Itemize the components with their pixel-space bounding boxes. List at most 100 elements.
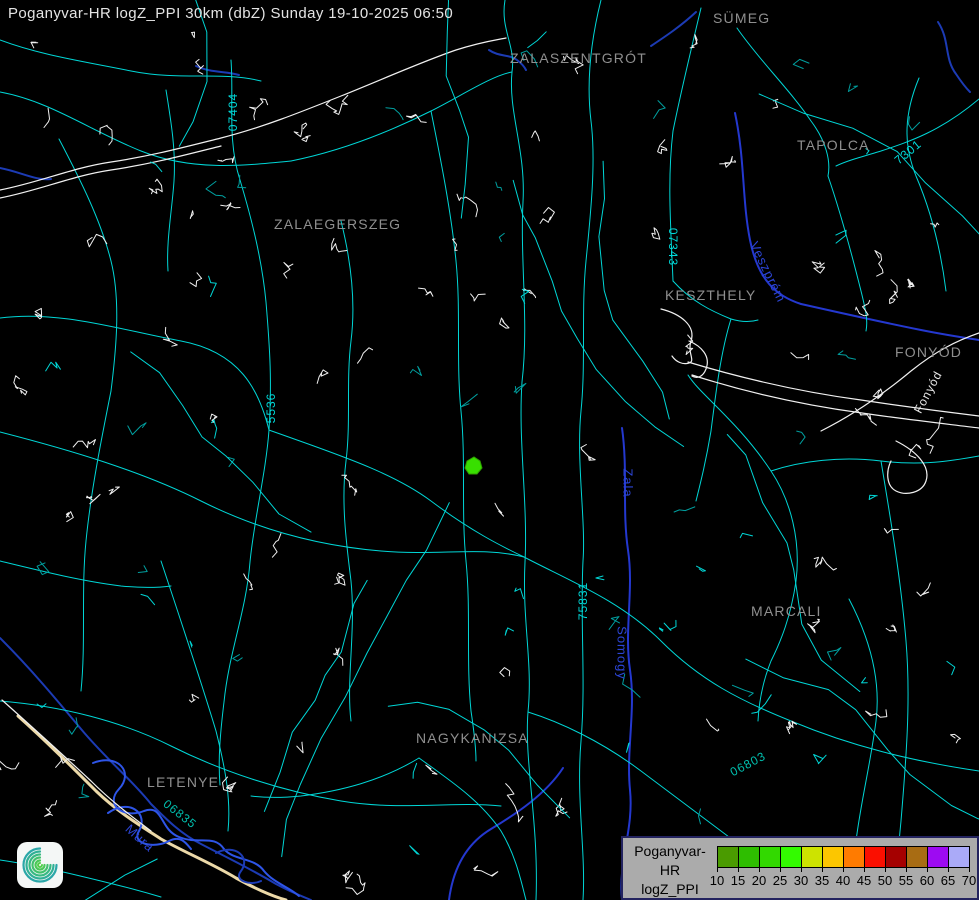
village-outline xyxy=(66,512,73,522)
village-outline xyxy=(44,108,50,127)
legend-swatch xyxy=(759,846,781,868)
village-outline xyxy=(875,251,883,277)
legend-tickmark xyxy=(759,868,760,872)
road-twig xyxy=(141,594,155,604)
road-twig xyxy=(862,678,868,683)
legend-tick: 50 xyxy=(878,873,892,888)
village-outline xyxy=(221,203,240,210)
road-twig xyxy=(37,562,49,575)
road-twig xyxy=(514,383,526,393)
village-outline xyxy=(109,487,119,494)
spiral-icon xyxy=(20,845,60,885)
road-twig xyxy=(836,230,846,243)
region-label: Zala xyxy=(621,468,636,497)
legend-tickmark xyxy=(717,868,718,872)
village-outline xyxy=(189,694,198,702)
legend-tick: 55 xyxy=(899,873,913,888)
village-outline xyxy=(707,719,719,731)
legend-tick: 40 xyxy=(836,873,850,888)
road-line xyxy=(431,111,466,561)
village-outline xyxy=(457,194,478,217)
village-outline xyxy=(506,784,523,822)
village-outline xyxy=(335,573,345,585)
river-line xyxy=(801,304,979,340)
village-outline xyxy=(87,494,101,503)
village-outline xyxy=(873,389,883,399)
road-twig xyxy=(413,763,417,778)
village-outline xyxy=(890,280,898,304)
village-outline xyxy=(474,866,498,876)
village-outline xyxy=(495,503,504,516)
legend-tick: 30 xyxy=(794,873,808,888)
city-label: KESZTHELY xyxy=(665,287,756,303)
legend-station: Poganyvar-HR xyxy=(625,842,715,880)
legend-swatch xyxy=(906,846,928,868)
village-outline xyxy=(791,353,809,360)
road-line xyxy=(59,139,117,391)
legend-tickmark xyxy=(843,868,844,872)
village-outline xyxy=(0,759,19,770)
road-minor xyxy=(599,161,669,419)
village-outline xyxy=(294,123,307,137)
village-outline xyxy=(73,440,95,448)
road-twig xyxy=(515,588,524,599)
village-outline xyxy=(814,557,836,570)
village-outline xyxy=(45,801,57,817)
village-outline xyxy=(886,625,896,632)
product-title: Poganyvar-HR logZ_PPI 30km (dbZ) Sunday … xyxy=(8,5,453,22)
legend-swatch xyxy=(822,846,844,868)
road-line xyxy=(737,28,829,176)
village-outline xyxy=(658,140,667,154)
legend-tick: 15 xyxy=(731,873,745,888)
road-label: 07404 xyxy=(226,93,240,131)
road-twig xyxy=(209,276,217,296)
legend-product: logZ_PPI xyxy=(625,880,715,899)
road-twig xyxy=(838,351,855,359)
road-line xyxy=(0,701,501,806)
road-twig xyxy=(664,620,676,630)
legend-tick: 25 xyxy=(773,873,787,888)
village-outline xyxy=(149,179,162,194)
city-label: ZALASZENTGRÓT xyxy=(510,50,647,66)
road-twig xyxy=(505,628,513,635)
road-line xyxy=(688,375,771,471)
river-line xyxy=(651,12,696,46)
river-line xyxy=(449,768,563,900)
legend-tickmark xyxy=(864,868,865,872)
legend-text-block: Poganyvar-HR logZ_PPI dbZ xyxy=(625,842,715,900)
village-outline xyxy=(500,668,510,677)
road-line xyxy=(849,599,877,841)
village-outline xyxy=(419,288,433,296)
legend-tickmark xyxy=(822,868,823,872)
village-outline xyxy=(720,157,736,168)
city-label: LETENYE xyxy=(147,774,219,790)
village-outline xyxy=(218,157,234,163)
road-twig xyxy=(79,784,89,798)
road-twig xyxy=(496,182,502,190)
village-outline xyxy=(163,327,177,346)
settlement-line xyxy=(0,146,221,198)
legend-tick: 10 xyxy=(710,873,724,888)
village-outline xyxy=(358,348,373,363)
village-outline xyxy=(652,228,660,239)
village-outline xyxy=(884,529,898,534)
legend-swatch xyxy=(843,846,865,868)
road-twig xyxy=(697,566,706,571)
road-twig xyxy=(386,108,403,120)
road-line xyxy=(0,40,261,81)
village-outline xyxy=(787,721,797,733)
village-outline xyxy=(855,409,876,426)
legend-tick: 35 xyxy=(815,873,829,888)
legend-tick: 70 xyxy=(962,873,976,888)
road-minor xyxy=(131,352,311,532)
village-outline xyxy=(471,294,486,301)
village-outline xyxy=(532,131,540,141)
village-outline xyxy=(223,777,236,792)
village-outline xyxy=(343,871,353,883)
village-outline xyxy=(332,238,347,252)
radar-display: SÜMEGZALASZENTGRÓTTAPOLCAZALAEGERSZEGKES… xyxy=(0,0,979,900)
village-outline xyxy=(581,445,595,461)
road-twig xyxy=(797,431,805,444)
legend-tickmark xyxy=(906,868,907,872)
road-twig xyxy=(947,661,955,674)
